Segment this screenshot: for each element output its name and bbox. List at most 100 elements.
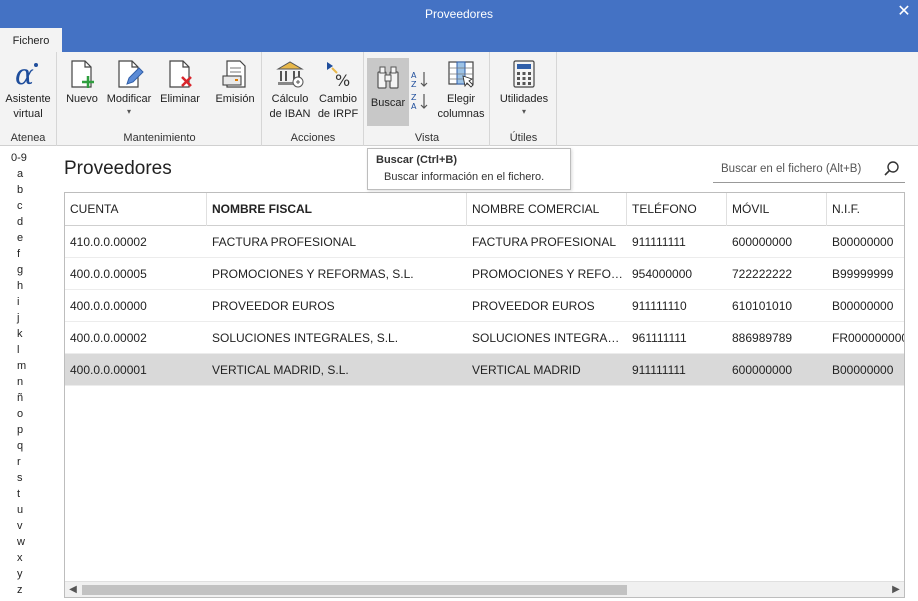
utilidades-label: Utilidades: [499, 93, 549, 105]
modificar-label: Modificar: [106, 93, 152, 105]
cambio-irpf-label-1: Cambio: [319, 93, 357, 105]
delete-document-icon: [169, 60, 192, 88]
table-cell: 400.0.0.00002: [70, 331, 147, 345]
sort-ascending-icon[interactable]: AZ: [411, 70, 429, 89]
alphabet-letter[interactable]: p: [0, 422, 40, 438]
nuevo-button[interactable]: Nuevo: [62, 58, 102, 107]
table-cell: 600000000: [732, 363, 793, 377]
group-acciones: Cálculo de IBAN % Cambio de IRPF Accione…: [263, 52, 364, 146]
column-header[interactable]: CUENTA: [65, 193, 207, 226]
group-label-mantenimiento: Mantenimiento: [123, 132, 196, 144]
alphabet-letter[interactable]: r: [0, 454, 40, 470]
alphabet-letter[interactable]: x: [0, 550, 40, 566]
buscar-button[interactable]: Buscar: [367, 58, 409, 126]
close-icon[interactable]: ✕: [894, 2, 914, 22]
table-cell: VERTICAL MADRID, S.L.: [212, 363, 349, 377]
table-row[interactable]: 400.0.0.00000 PROVEEDOR EUROS PROVEEDOR EU…: [65, 290, 904, 322]
svg-text:A: A: [411, 71, 417, 80]
chevron-down-icon: ▾: [126, 107, 131, 116]
alphabet-letter[interactable]: f: [0, 246, 40, 262]
table-cell: PROMOCIONES Y REFORMAS, S.L.: [212, 267, 414, 281]
table-row[interactable]: 410.0.0.00002 FACTURA PROFESIONAL FACTURA …: [65, 226, 904, 258]
alphabet-letter[interactable]: c: [0, 198, 40, 214]
table-row[interactable]: 400.0.0.00001 VERTICAL MADRID, S.L. VERTIC…: [65, 354, 904, 386]
elegir-columnas-button[interactable]: Elegir columnas: [435, 58, 487, 122]
cambio-irpf-button[interactable]: % Cambio de IRPF: [314, 58, 362, 122]
emision-label: Emisión: [215, 93, 255, 105]
alphabet-letter[interactable]: o: [0, 406, 40, 422]
alphabet-letter[interactable]: n: [0, 374, 40, 390]
alphabet-letter[interactable]: t: [0, 486, 40, 502]
column-header[interactable]: N.I.F.: [827, 193, 904, 226]
alphabet-letter[interactable]: y: [0, 566, 40, 582]
horizontal-scrollbar[interactable]: ◀ ▶: [65, 581, 904, 597]
eliminar-button[interactable]: Eliminar: [157, 58, 203, 107]
table-cell: B00000000: [832, 299, 894, 313]
table-cell: B99999999: [832, 267, 894, 281]
utilidades-button[interactable]: Utilidades ▾: [494, 58, 554, 116]
calculo-iban-button[interactable]: Cálculo de IBAN: [266, 58, 314, 122]
emision-button[interactable]: Emisión: [212, 58, 258, 107]
modificar-button[interactable]: Modificar ▾: [102, 58, 156, 116]
tooltip-title: Buscar (Ctrl+B): [376, 154, 457, 166]
tooltip-description: Buscar información en el fichero.: [384, 171, 545, 183]
elegir-columnas-label-1: Elegir: [446, 93, 476, 105]
alphabet-letter[interactable]: b: [0, 182, 40, 198]
alphabet-letter[interactable]: k: [0, 326, 40, 342]
scrollbar-thumb[interactable]: [82, 585, 627, 595]
search-icon[interactable]: [883, 160, 901, 178]
alphabet-letter[interactable]: 0-9: [0, 150, 40, 166]
alphabet-letter[interactable]: i: [0, 294, 40, 310]
scroll-left-icon[interactable]: ◀: [65, 582, 81, 597]
group-vista: Buscar AZ ZA Elegir columnas Vista: [365, 52, 490, 146]
svg-text:%: %: [335, 71, 350, 90]
table-cell: 954000000: [632, 267, 693, 281]
alphabet-letter[interactable]: w: [0, 534, 40, 550]
group-mantenimiento: Nuevo Modificar ▾ Eliminar Emisión Mante…: [58, 52, 262, 146]
alphabet-letter[interactable]: q: [0, 438, 40, 454]
table-cell: PROVEEDOR EUROS: [212, 299, 335, 313]
alphabet-letter[interactable]: h: [0, 278, 40, 294]
table-cell: 722222222: [732, 267, 793, 281]
alphabet-letter[interactable]: ñ: [0, 390, 40, 406]
asistente-virtual-button[interactable]: α Asistente virtual: [2, 58, 54, 122]
alphabet-letter[interactable]: l: [0, 342, 40, 358]
svg-text:Z: Z: [411, 80, 417, 88]
column-header[interactable]: TELÉFONO: [627, 193, 727, 226]
tab-fichero[interactable]: Fichero: [0, 28, 62, 52]
page-title: Proveedores: [64, 158, 172, 179]
alphabet-letter[interactable]: d: [0, 214, 40, 230]
asistente-virtual-label: Asistente virtual: [5, 93, 51, 120]
alphabet-letter[interactable]: g: [0, 262, 40, 278]
table-row[interactable]: 400.0.0.00005 PROMOCIONES Y REFORMAS, S.L…: [65, 258, 904, 290]
columns-icon: [448, 61, 474, 88]
search-input[interactable]: [721, 160, 877, 178]
column-header[interactable]: NOMBRE COMERCIAL: [467, 193, 627, 226]
sort-descending-icon[interactable]: ZA: [411, 92, 429, 111]
alphabet-letter[interactable]: u: [0, 502, 40, 518]
table-cell: 610101010: [732, 299, 793, 313]
column-header[interactable]: NOMBRE FISCAL: [207, 193, 467, 226]
table-cell: SOLUCIONES INTEGRALES, S.L.: [212, 331, 399, 345]
table-cell: B00000000: [832, 363, 894, 377]
edit-document-icon: [118, 60, 144, 88]
alphabet-letter[interactable]: j: [0, 310, 40, 326]
alphabet-letter[interactable]: e: [0, 230, 40, 246]
table-row[interactable]: 400.0.0.00002 SOLUCIONES INTEGRALES, S.L.…: [65, 322, 904, 354]
alphabet-letter[interactable]: s: [0, 470, 40, 486]
chevron-down-icon: ▾: [521, 107, 526, 116]
alphabet-letter[interactable]: a: [0, 166, 40, 182]
group-utiles: Utilidades ▾ Útiles: [491, 52, 557, 146]
table-cell: 886989789: [732, 331, 793, 345]
column-header[interactable]: MÓVIL: [727, 193, 827, 226]
buscar-tooltip: Buscar (Ctrl+B) Buscar información en el…: [367, 148, 571, 190]
table-cell: 400.0.0.00001: [70, 363, 147, 377]
suppliers-table: CUENTA NOMBRE FISCAL NOMBRE COMERCIAL TELÉF…: [64, 192, 905, 598]
table-cell: PROMOCIONES Y REFORMAS, S.L.: [472, 267, 623, 281]
binoculars-icon: [377, 66, 399, 89]
alphabet-letter[interactable]: v: [0, 518, 40, 534]
alphabet-letter[interactable]: z: [0, 582, 40, 598]
group-label-acciones: Acciones: [290, 132, 336, 144]
alphabet-letter[interactable]: m: [0, 358, 40, 374]
scroll-right-icon[interactable]: ▶: [888, 582, 904, 597]
